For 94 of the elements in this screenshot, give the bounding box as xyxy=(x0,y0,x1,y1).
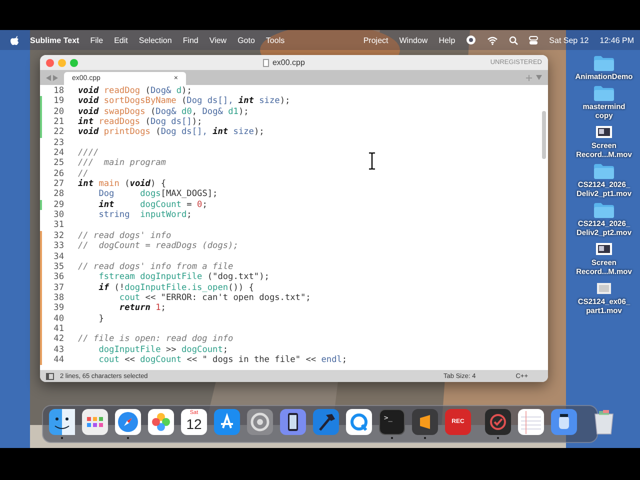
launchpad-icon[interactable] xyxy=(82,409,108,435)
line-number: 30 xyxy=(52,210,65,220)
code-line: // dogCount = readDogs (dogs); xyxy=(78,241,238,252)
phone-icon[interactable] xyxy=(280,409,306,435)
line-number: 29 xyxy=(52,200,65,210)
document-icon xyxy=(263,58,270,66)
menu-item[interactable]: Tools xyxy=(266,36,285,44)
notepad-icon[interactable] xyxy=(518,409,544,435)
code-line: if (!dogInputFile.is_open()) { xyxy=(98,282,254,293)
code-line: // read dogs' info xyxy=(78,230,172,242)
code-line: //// xyxy=(78,148,99,158)
code-line: void swapDogs (Dog& d0, Dog& d1); xyxy=(78,106,249,117)
line-number: 25 xyxy=(52,158,65,169)
line-number: 41 xyxy=(52,324,65,334)
code-line: dogInputFile >> dogCount; xyxy=(98,344,228,355)
line-number: 21 xyxy=(52,117,65,128)
menu-item[interactable]: Find xyxy=(182,36,198,44)
code-line: string inputWord; xyxy=(98,210,192,220)
flower-icon[interactable] xyxy=(148,409,174,435)
menu-item[interactable]: Selection xyxy=(138,36,172,44)
record-icon[interactable] xyxy=(466,35,476,45)
folder-icon[interactable] xyxy=(593,201,615,219)
code-line: } xyxy=(98,314,104,324)
menu-item[interactable]: Project xyxy=(363,36,388,44)
line-number: 24 xyxy=(52,148,65,158)
code-line: // xyxy=(78,168,88,179)
jar-icon[interactable] xyxy=(551,409,577,435)
line-number: 28 xyxy=(52,189,65,200)
line-number: 35 xyxy=(52,262,65,272)
close-button[interactable] xyxy=(46,58,54,66)
code-line: cout << dogCount << " dogs in the file" << endl; xyxy=(98,354,348,366)
line-number: 33 xyxy=(52,241,65,252)
folder-icon[interactable] xyxy=(593,84,615,102)
line-number: 40 xyxy=(52,314,65,324)
line-number: 18 xyxy=(52,86,65,96)
scrollbar[interactable] xyxy=(542,111,546,159)
code-line: // file is open: read dog info xyxy=(78,334,234,345)
line-number: 36 xyxy=(52,272,65,283)
code-line: void printDogs (Dog ds[], int size); xyxy=(78,127,264,138)
code-line: Dog dogs[MAX_DOGS]; xyxy=(98,189,218,200)
hammer-icon[interactable] xyxy=(313,409,339,435)
window-title: ex00.cpp xyxy=(272,58,305,67)
text-cursor-icon xyxy=(368,152,376,170)
line-number: 19 xyxy=(52,96,65,107)
menu-item[interactable]: View xyxy=(209,36,227,44)
menu-item[interactable]: Edit xyxy=(114,36,128,44)
menu-clock[interactable]: 12:46 PM xyxy=(600,36,634,44)
video-icon[interactable] xyxy=(593,240,615,258)
code-line: void readDog (Dog& d); xyxy=(78,86,192,96)
search-icon[interactable] xyxy=(509,36,518,44)
code-line: // read dogs' info from a file xyxy=(78,262,234,272)
line-number: 43 xyxy=(52,344,65,355)
line-number: 42 xyxy=(52,334,65,345)
video-icon[interactable] xyxy=(593,123,615,141)
code-line: return 1; xyxy=(118,303,166,314)
panel-toggle-icon[interactable] xyxy=(46,372,54,380)
code-line: /// main program xyxy=(78,158,166,169)
line-number: 31 xyxy=(52,220,65,231)
menu-item[interactable]: Goto xyxy=(238,36,255,44)
menu-date[interactable]: Sat Sep 12 xyxy=(549,36,589,44)
menu-item[interactable]: File xyxy=(90,36,104,44)
apple-icon xyxy=(10,34,19,46)
gear-icon[interactable] xyxy=(247,409,273,435)
folder-icon[interactable] xyxy=(593,162,615,180)
code-line: int dogCount = 0; xyxy=(98,200,208,210)
line-number: 38 xyxy=(52,292,65,304)
line-number: 39 xyxy=(52,303,65,314)
code-line: int main (void) { xyxy=(78,179,166,190)
line-number: 20 xyxy=(52,106,65,118)
checkmark-icon[interactable] xyxy=(485,409,511,435)
control-center-icon[interactable] xyxy=(529,36,538,44)
quicktime-icon[interactable] xyxy=(346,409,372,435)
sublime-icon[interactable] xyxy=(412,409,438,435)
line-number: 23 xyxy=(52,138,65,148)
compass-icon[interactable] xyxy=(115,409,141,435)
calendar-date: 12 xyxy=(186,416,202,430)
finder-icon[interactable] xyxy=(49,409,75,435)
folder-icon[interactable] xyxy=(593,54,615,72)
app-menu[interactable]: Sublime Text xyxy=(30,36,80,44)
line-number: 27 xyxy=(52,179,65,190)
code-line: int readDogs (Dog ds[]); xyxy=(78,117,202,128)
line-number: 32 xyxy=(52,230,65,242)
menu-item[interactable]: Help xyxy=(438,36,456,44)
menu-item[interactable]: Window xyxy=(399,36,428,44)
line-number: 22 xyxy=(52,127,65,138)
line-number: 44 xyxy=(52,354,65,366)
line-number: 37 xyxy=(52,282,65,293)
wifi-icon[interactable] xyxy=(487,36,498,44)
code-line: void sortDogsByName (Dog ds[], int size); xyxy=(78,96,290,107)
line-number: 34 xyxy=(52,252,65,262)
line-number: 26 xyxy=(52,168,65,180)
app-store-icon[interactable] xyxy=(214,409,240,435)
code-line: cout << "ERROR: can't open dogs.txt"; xyxy=(118,292,311,304)
code-line: fstream dogInputFile ("dog.txt"); xyxy=(98,272,270,283)
